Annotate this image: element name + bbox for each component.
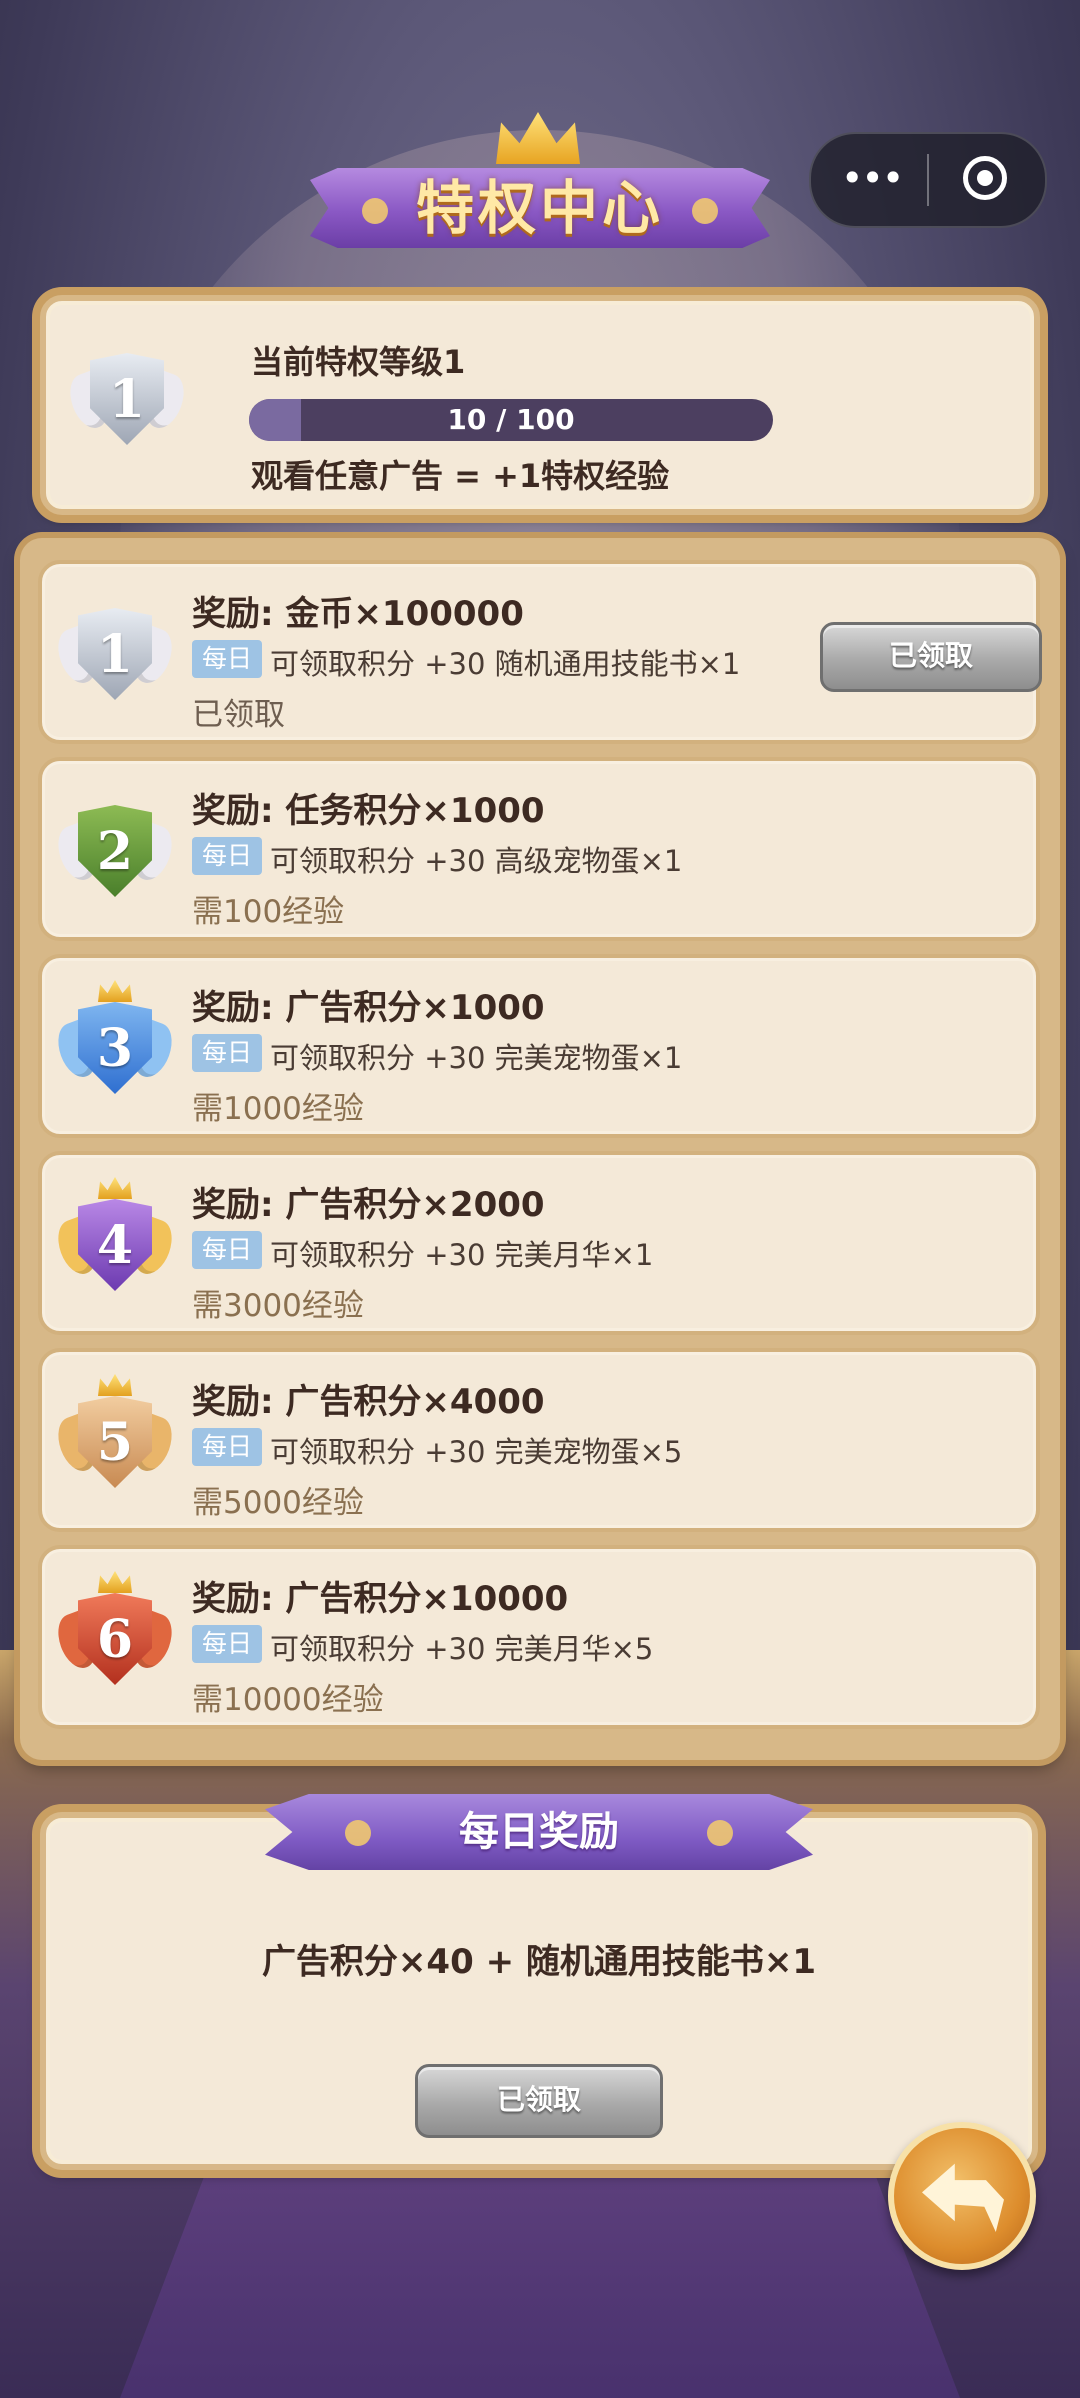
reward-row-2: 2 奖励: 任务积分×1000 每日 可领取积分 +30 高级宠物蛋×1 需10… — [38, 757, 1040, 941]
silver-shield-icon: 1 — [78, 608, 152, 700]
reward-detail: 可领取积分 +30 完美宠物蛋×5 — [270, 1435, 683, 1469]
reward-title: 奖励: 广告积分×10000 — [192, 1579, 569, 1619]
capsule-divider — [927, 154, 929, 206]
exp-progress-text: 10 / 100 — [447, 403, 575, 436]
purple-shield-icon: 4 — [78, 1199, 152, 1291]
silver-shield-icon: 1 — [90, 353, 164, 445]
level-badge-1: 1 — [51, 598, 179, 718]
reward-row-5: 5 奖励: 广告积分×4000 每日 可领取积分 +30 完美宠物蛋×5 需50… — [38, 1348, 1040, 1532]
reward-status: 需5000经验 — [192, 1485, 364, 1521]
daily-tag: 每日 — [192, 1428, 263, 1466]
daily-tag: 每日 — [192, 640, 263, 678]
reward-status: 需10000经验 — [192, 1682, 384, 1718]
level-badge-2: 2 — [51, 795, 179, 915]
reward-detail: 可领取积分 +30 完美月华×5 — [270, 1632, 654, 1666]
reward-title: 奖励: 广告积分×4000 — [192, 1382, 545, 1422]
reward-detail: 可领取积分 +30 完美月华×1 — [270, 1238, 654, 1272]
crown-icon — [496, 112, 580, 164]
reward-row-3: 3 奖励: 广告积分×1000 每日 可领取积分 +30 完美宠物蛋×1 需10… — [38, 954, 1040, 1138]
crown-icon — [98, 1177, 132, 1199]
daily-tag: 每日 — [192, 1231, 263, 1269]
reward-detail: 可领取积分 +30 完美宠物蛋×1 — [270, 1041, 683, 1075]
more-dots-icon[interactable]: ••• — [841, 159, 904, 200]
level-badge-5: 5 — [51, 1374, 179, 1506]
reward-status: 已领取 — [192, 697, 285, 733]
level-badge-3: 3 — [51, 980, 179, 1112]
crown-icon — [98, 1374, 132, 1396]
daily-reward-ribbon: 每日奖励 — [265, 1784, 813, 1878]
reward-detail: 可领取积分 +30 高级宠物蛋×1 — [270, 844, 683, 878]
reward-detail: 可领取积分 +30 随机通用技能书×1 — [270, 647, 741, 681]
red-shield-icon: 6 — [78, 1593, 152, 1685]
blue-shield-icon: 3 — [78, 1002, 152, 1094]
target-close-icon[interactable] — [963, 156, 1007, 200]
reward-list: 1 奖励: 金币×100000 每日 可领取积分 +30 随机通用技能书×1 已… — [20, 538, 1060, 1760]
reward-title: 奖励: 任务积分×1000 — [192, 791, 545, 831]
level-title: 当前特权等级1 — [251, 343, 466, 381]
crown-icon — [98, 1571, 132, 1593]
page-title: 特权中心 — [415, 174, 664, 242]
bronze-shield-icon: 5 — [78, 1396, 152, 1488]
reward-row-4: 4 奖励: 广告积分×2000 每日 可领取积分 +30 完美月华×1 需300… — [38, 1151, 1040, 1335]
reward-status: 需100经验 — [192, 894, 345, 930]
daily-tag: 每日 — [192, 1034, 263, 1072]
daily-reward-text: 广告积分×40 + 随机通用技能书×1 — [261, 1942, 817, 1982]
exp-progress-bar: 10 / 100 — [249, 399, 773, 441]
reward-row-1: 1 奖励: 金币×100000 每日 可领取积分 +30 随机通用技能书×1 已… — [38, 560, 1042, 744]
back-arrow-icon — [922, 2163, 1004, 2232]
level-badge-6: 6 — [51, 1571, 179, 1703]
reward-status: 需3000经验 — [192, 1288, 364, 1324]
level-badge-4: 4 — [51, 1177, 179, 1309]
daily-tag: 每日 — [192, 837, 263, 875]
reward-status: 需1000经验 — [192, 1091, 364, 1127]
level-badge: 1 — [63, 343, 191, 463]
level-panel: 1 当前特权等级1 10 / 100 观看任意广告 = +1特权经验 — [40, 295, 1040, 515]
exp-hint: 观看任意广告 = +1特权经验 — [251, 457, 670, 495]
reward-title: 奖励: 金币×100000 — [192, 594, 524, 634]
daily-reward-title: 每日奖励 — [459, 1809, 619, 1855]
claimed-button[interactable]: 已领取 — [820, 622, 1042, 692]
daily-claimed-button[interactable]: 已领取 — [415, 2064, 663, 2138]
crown-icon — [98, 980, 132, 1002]
back-button[interactable] — [888, 2122, 1036, 2270]
green-shield-icon: 2 — [78, 805, 152, 897]
reward-title: 奖励: 广告积分×2000 — [192, 1185, 545, 1225]
miniprogram-capsule: ••• — [809, 132, 1047, 228]
daily-tag: 每日 — [192, 1625, 263, 1663]
reward-title: 奖励: 广告积分×1000 — [192, 988, 545, 1028]
title-banner: 特权中心 — [310, 158, 770, 254]
reward-row-6: 6 奖励: 广告积分×10000 每日 可领取积分 +30 完美月华×5 需10… — [38, 1545, 1040, 1729]
